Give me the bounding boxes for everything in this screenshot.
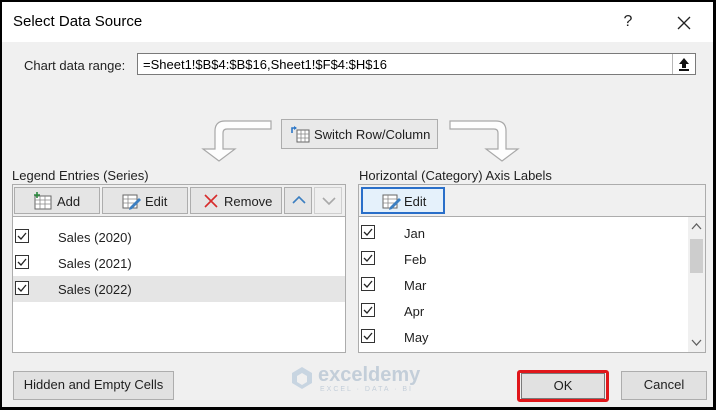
checkmark-icon [17,284,27,292]
remove-series-button[interactable]: Remove [190,187,282,214]
title-bar: Select Data Source ? [2,2,713,42]
select-data-source-dialog: Select Data Source ? Chart data range: =… [1,1,714,408]
switch-row-column-icon [291,126,310,143]
scroll-up-arrow-icon[interactable] [691,222,702,230]
scroll-down-arrow-icon[interactable] [691,339,702,347]
dialog-title: Select Data Source [13,13,143,30]
upload-arrow-icon [679,58,689,71]
cancel-button[interactable]: Cancel [621,371,707,400]
category-row[interactable]: Feb [359,246,688,272]
watermark-brand: exceldemy [318,364,421,386]
category-label: Mar [404,278,427,293]
add-series-label: Add [57,194,81,209]
remove-series-label: Remove [224,194,273,209]
curved-arrow-left-icon [201,120,272,162]
checkmark-icon [363,332,373,340]
legend-toolbar: Add Edit Remove [13,185,345,217]
close-button[interactable] [672,11,696,35]
watermark-tagline: EXCEL · DATA · BI [320,386,413,393]
category-checkbox[interactable] [361,277,375,291]
series-row-selected[interactable]: Sales (2022) [13,276,345,302]
series-label: Sales (2022) [58,282,132,297]
axis-scrollbar[interactable] [688,217,705,352]
axis-labels-panel: Edit Jan Feb Mar Apr May [358,184,706,353]
category-row[interactable]: Mar [359,272,688,298]
axis-toolbar: Edit [359,185,705,217]
hidden-empty-cells-button[interactable]: Hidden and Empty Cells [13,371,174,400]
edit-axis-labels-button[interactable]: Edit [361,187,445,214]
move-down-button[interactable] [314,187,342,214]
series-label: Sales (2020) [58,230,132,245]
category-label: Apr [404,304,425,319]
add-table-icon [34,192,52,210]
checkmark-icon [17,258,27,266]
category-label: May [404,330,429,345]
exceldemy-logo-icon [292,367,312,389]
edit-series-button[interactable]: Edit [102,187,188,214]
category-row[interactable]: Jan [359,220,688,246]
edit-series-label: Edit [145,194,168,209]
checkmark-icon [363,254,373,262]
series-checkbox[interactable] [15,281,29,295]
chevron-up-icon [292,195,306,204]
edit-axis-labels-label: Edit [404,194,427,209]
checkmark-icon [363,228,373,236]
edit-table-icon [382,194,401,210]
scroll-thumb[interactable] [690,239,703,273]
category-checkbox[interactable] [361,225,375,239]
chevron-down-icon [322,197,336,206]
category-label: Jan [404,226,425,241]
chart-range-label: Chart data range: [24,58,126,73]
series-checkbox[interactable] [15,229,29,243]
legend-entries-header: Legend Entries (Series) [12,168,149,183]
add-series-button[interactable]: Add [14,187,100,214]
category-label: Feb [404,252,427,267]
exceldemy-watermark: exceldemy EXCEL · DATA · BI [290,364,440,394]
edit-table-icon [122,194,141,210]
ok-button[interactable]: OK [521,373,605,399]
series-checkbox[interactable] [15,255,29,269]
axis-labels-header: Horizontal (Category) Axis Labels [359,168,552,183]
switch-row-column-button[interactable]: Switch Row/Column [281,119,438,149]
remove-x-icon [204,194,218,208]
category-checkbox[interactable] [361,329,375,343]
category-checkbox[interactable] [361,303,375,317]
category-checkbox[interactable] [361,251,375,265]
category-row[interactable]: May [359,324,688,350]
checkmark-icon [363,280,373,288]
switch-row-column-label: Switch Row/Column [314,127,431,142]
series-row[interactable]: Sales (2020) [13,224,345,250]
checkmark-icon [17,232,27,240]
collapse-range-button[interactable] [672,54,695,74]
series-row[interactable]: Sales (2021) [13,250,345,276]
category-row[interactable]: Apr [359,298,688,324]
checkmark-icon [363,306,373,314]
help-button[interactable]: ? [617,11,639,33]
move-up-button[interactable] [284,187,312,214]
series-label: Sales (2021) [58,256,132,271]
legend-entries-panel: Add Edit Remove Sales (2020) Sales (2021… [12,184,346,353]
chart-range-input[interactable]: =Sheet1!$B$4:$B$16,Sheet1!$F$4:$H$16 [137,53,696,75]
close-icon [677,16,691,30]
curved-arrow-right-icon [449,120,520,162]
chart-range-value: =Sheet1!$B$4:$B$16,Sheet1!$F$4:$H$16 [143,57,387,72]
